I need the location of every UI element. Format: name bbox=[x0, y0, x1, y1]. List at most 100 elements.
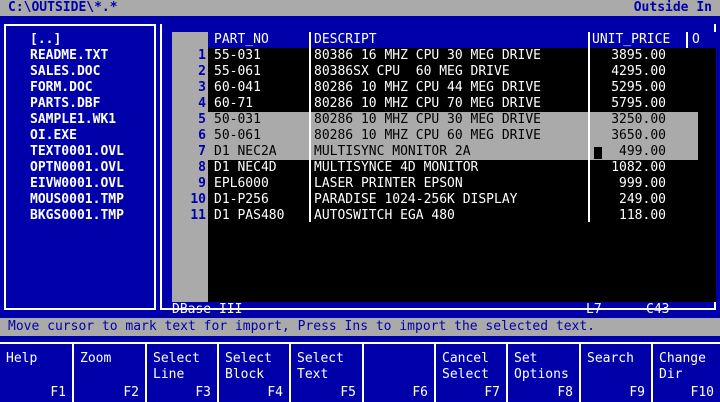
fkey-label-line2: Select bbox=[442, 367, 489, 382]
cell-unit-price[interactable]: 4295.00 bbox=[592, 64, 666, 80]
file-item[interactable]: MOUS0001.TMP bbox=[30, 192, 150, 208]
cell-part-no-selected[interactable]: 50-031 bbox=[214, 112, 261, 128]
cell-descript[interactable]: 80386SX CPU 60 MEG DRIVE bbox=[314, 64, 510, 80]
file-item[interactable]: README.TXT bbox=[30, 48, 150, 64]
file-list: [..] README.TXT SALES.DOC FORM.DOC PARTS… bbox=[4, 24, 156, 310]
fkey-number: F1 bbox=[50, 385, 66, 400]
cell-part-no[interactable]: 55-061 bbox=[214, 64, 261, 80]
message-bar: Move cursor to mark text for import, Pre… bbox=[0, 318, 720, 336]
cell-part-no-selected[interactable]: 50-061 bbox=[214, 128, 261, 144]
file-item[interactable]: FORM.DOC bbox=[30, 80, 150, 96]
row-number: 10 bbox=[190, 192, 206, 207]
column-header-unit-price[interactable]: UNIT_PRICE bbox=[592, 32, 670, 48]
cell-unit-price[interactable]: 3895.00 bbox=[592, 48, 666, 64]
cell-part-no[interactable]: D1-P256 bbox=[214, 192, 269, 208]
column-indicator: C43 bbox=[646, 302, 670, 317]
file-item[interactable]: OI.EXE bbox=[30, 128, 150, 144]
cell-descript[interactable]: MULTISYNCE 4D MONITOR bbox=[314, 160, 478, 176]
f8-set-options-button[interactable]: Set Options F8 bbox=[506, 344, 579, 402]
cell-unit-price[interactable]: 249.00 bbox=[592, 192, 666, 208]
cell-descript[interactable]: 80286 10 MHZ CPU 70 MEG DRIVE bbox=[314, 96, 541, 112]
file-item[interactable]: BKGS0001.TMP bbox=[30, 208, 150, 224]
fkey-number: F6 bbox=[412, 385, 428, 400]
cell-descript[interactable]: 80386 16 MHZ CPU 30 MEG DRIVE bbox=[314, 48, 541, 64]
row-number: 8 bbox=[198, 160, 206, 175]
fkey-number: F5 bbox=[340, 385, 356, 400]
title-bar: C:\OUTSIDE\*.* Outside In bbox=[0, 0, 720, 16]
f3-select-line-button[interactable]: Select Line F3 bbox=[145, 344, 217, 402]
file-item[interactable]: TEXT0001.OVL bbox=[30, 144, 150, 160]
fkey-label-line2: Line bbox=[153, 367, 185, 382]
fkey-label-line2: Options bbox=[514, 367, 569, 382]
f2-zoom-button[interactable]: Zoom F2 bbox=[72, 344, 145, 402]
column-header-row: PART_NO DESCRIPT UNIT_PRICE O bbox=[208, 32, 716, 48]
cell-descript-selected[interactable]: 80286 10 MHZ CPU 30 MEG DRIVE bbox=[314, 112, 541, 128]
cell-descript-selected[interactable]: MULTISYNC MONITOR 2A bbox=[314, 144, 471, 160]
cell-part-no[interactable]: 60-71 bbox=[214, 96, 253, 112]
fkey-label: Select bbox=[297, 351, 344, 366]
fkey-number: F3 bbox=[195, 385, 211, 400]
f9-search-button[interactable]: Search F9 bbox=[579, 344, 651, 402]
cell-part-no[interactable]: 60-041 bbox=[214, 80, 261, 96]
fkey-label-line2: Text bbox=[297, 367, 329, 382]
f1-help-button[interactable]: Help F1 bbox=[0, 344, 72, 402]
viewer-status-line: DBase III L7 C43 bbox=[172, 302, 716, 317]
cell-part-no[interactable]: D1 NEC4D bbox=[214, 160, 277, 176]
fkey-label: Set bbox=[514, 351, 538, 366]
cell-descript[interactable]: LASER PRINTER EPSON bbox=[314, 176, 463, 192]
row-number: 7 bbox=[198, 144, 206, 159]
fkey-label: Search bbox=[587, 351, 634, 366]
fkey-number: F9 bbox=[629, 385, 645, 400]
cell-unit-price[interactable]: 5295.00 bbox=[592, 80, 666, 96]
cell-unit-price[interactable]: 5795.00 bbox=[592, 96, 666, 112]
f6-button[interactable]: F6 bbox=[362, 344, 434, 402]
column-separator bbox=[686, 32, 688, 48]
instruction-message: Move cursor to mark text for import, Pre… bbox=[8, 319, 595, 334]
fkey-label: Zoom bbox=[80, 351, 112, 366]
f7-cancel-select-button[interactable]: Cancel Select F7 bbox=[434, 344, 506, 402]
fkey-label: Change bbox=[659, 351, 706, 366]
cell-descript[interactable]: AUTOSWITCH EGA 480 bbox=[314, 208, 455, 224]
fkey-number: F4 bbox=[267, 385, 283, 400]
file-item[interactable]: SAMPLE1.WK1 bbox=[30, 112, 150, 128]
cell-descript[interactable]: PARADISE 1024-256K DISPLAY bbox=[314, 192, 518, 208]
f5-select-text-button[interactable]: Select Text F5 bbox=[289, 344, 362, 402]
line-indicator: L7 bbox=[586, 302, 602, 317]
cell-descript[interactable]: 80286 10 MHZ CPU 44 MEG DRIVE bbox=[314, 80, 541, 96]
cell-unit-price[interactable]: 999.00 bbox=[592, 176, 666, 192]
cell-unit-price-selected[interactable]: 3250.00 bbox=[592, 112, 666, 128]
cell-part-no[interactable]: 55-031 bbox=[214, 48, 261, 64]
file-format-label: DBase III bbox=[172, 302, 243, 317]
file-item[interactable]: EIVW0001.OVL bbox=[30, 176, 150, 192]
cell-unit-price-selected[interactable]: 499.00 bbox=[592, 144, 666, 160]
file-item-selected[interactable]: PARTS.DBF bbox=[30, 96, 150, 112]
file-item-parent-dir[interactable]: [..] bbox=[30, 32, 150, 48]
fkey-number: F7 bbox=[484, 385, 500, 400]
fkey-label-line2: Block bbox=[225, 367, 265, 382]
file-item[interactable]: OPTN0001.OVL bbox=[30, 160, 150, 176]
cell-descript-selected[interactable]: 80286 10 MHZ CPU 60 MEG DRIVE bbox=[314, 128, 541, 144]
row-number: 2 bbox=[198, 64, 206, 79]
column-header-o[interactable]: O bbox=[692, 32, 700, 48]
fkey-label: Cancel bbox=[442, 351, 489, 366]
f10-change-dir-button[interactable]: Change Dir F10 bbox=[651, 344, 720, 402]
current-path: C:\OUTSIDE\*.* bbox=[8, 0, 118, 15]
cell-unit-price[interactable]: 1082.00 bbox=[592, 160, 666, 176]
cell-part-no[interactable]: EPL6000 bbox=[214, 176, 269, 192]
table-body: 55-031 80386 16 MHZ CPU 30 MEG DRIVE 389… bbox=[208, 48, 698, 224]
cell-part-no[interactable]: D1 PAS480 bbox=[214, 208, 284, 224]
column-header-descript[interactable]: DESCRIPT bbox=[314, 32, 377, 48]
app-title: Outside In bbox=[633, 0, 712, 15]
f4-select-block-button[interactable]: Select Block F4 bbox=[217, 344, 289, 402]
cell-part-no-selected[interactable]: D1 NEC2A bbox=[214, 144, 277, 160]
row-number: 3 bbox=[198, 80, 206, 95]
row-number: 9 bbox=[198, 176, 206, 191]
fkey-number: F2 bbox=[123, 385, 139, 400]
cell-unit-price-selected[interactable]: 3650.00 bbox=[592, 128, 666, 144]
file-item[interactable]: SALES.DOC bbox=[30, 64, 150, 80]
fkey-label-line2: Dir bbox=[659, 367, 683, 382]
cell-unit-price[interactable]: 118.00 bbox=[592, 208, 666, 224]
row-number: 1 bbox=[198, 48, 206, 63]
column-header-part-no[interactable]: PART_NO bbox=[214, 32, 269, 48]
fkey-number: F10 bbox=[690, 385, 714, 400]
